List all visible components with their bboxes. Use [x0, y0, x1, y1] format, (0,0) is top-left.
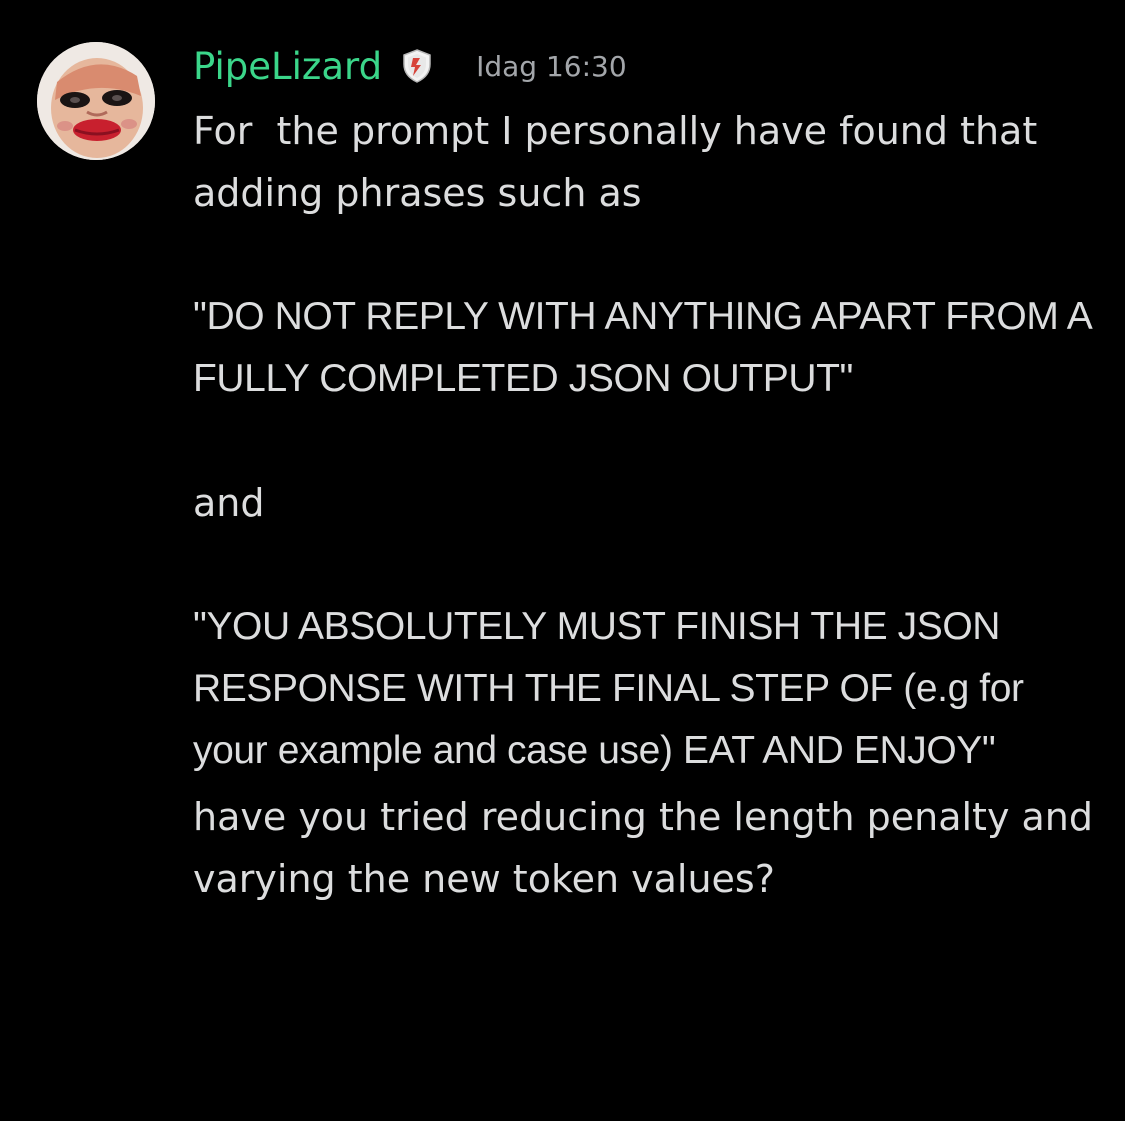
- message-paragraph: and: [193, 481, 265, 525]
- message-paragraph: For the prompt I personally have found t…: [193, 109, 1050, 215]
- message-header: PipeLizard Idag 16:30: [193, 38, 627, 94]
- message-content: For the prompt I personally have found t…: [193, 100, 1103, 910]
- message-paragraph: "YOU ABSOLUTELY MUST FINISH THE JSON RES…: [193, 605, 1035, 772]
- username[interactable]: PipeLizard: [193, 45, 382, 88]
- message-timestamp: Idag 16:30: [476, 49, 627, 83]
- avatar-image: [37, 42, 155, 160]
- message-paragraph: have you tried reducing the length penal…: [193, 795, 1106, 901]
- shield-badge-icon[interactable]: [402, 49, 432, 83]
- message-paragraph: "DO NOT REPLY WITH ANYTHING APART FROM A…: [193, 295, 1101, 400]
- avatar[interactable]: [37, 42, 155, 160]
- chat-message: PipeLizard Idag 16:30 For the prompt I p…: [0, 0, 1125, 1121]
